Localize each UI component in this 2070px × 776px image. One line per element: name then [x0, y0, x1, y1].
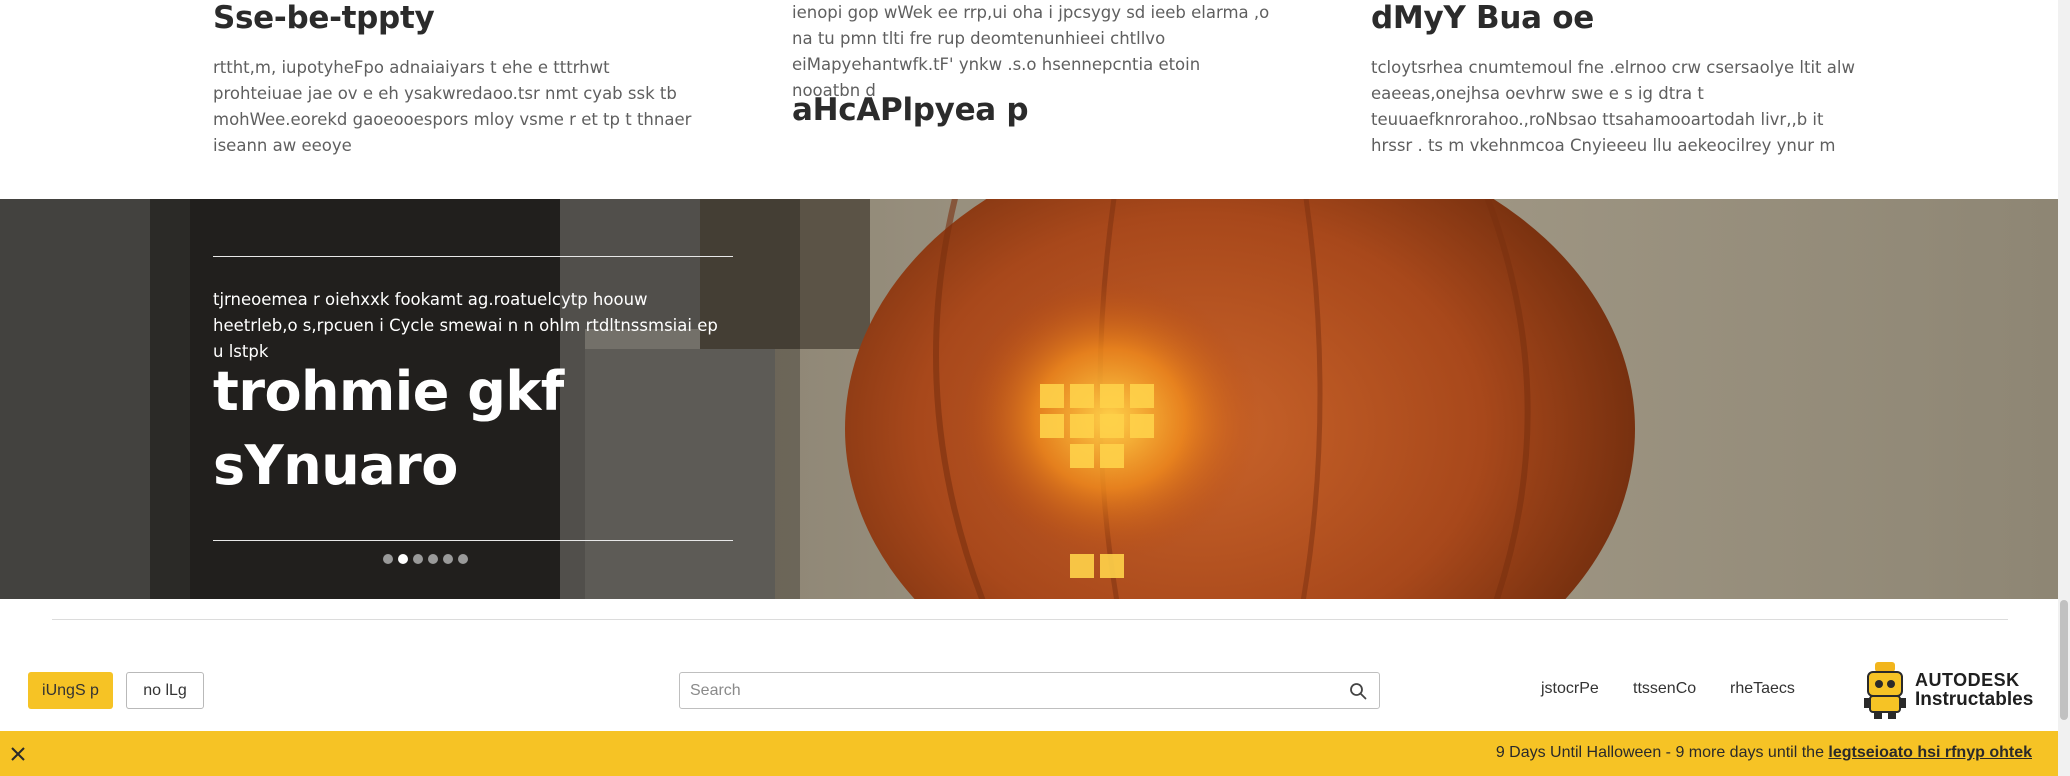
carousel-dot-3[interactable] — [413, 554, 423, 564]
nav-link-teachers[interactable]: rheTaecs — [1730, 680, 1795, 698]
logo-product: Instructables — [1915, 689, 2034, 710]
hero-title-line-1[interactable]: trohmie gkf — [213, 355, 564, 429]
feature-1-title[interactable]: Sse-be-tppty — [213, 0, 435, 36]
banner-text: 9 Days Until Halloween - 9 more days unt… — [1495, 744, 1829, 761]
nav-link-contests[interactable]: ttssenCo — [1633, 680, 1696, 698]
announcement-banner: 9 Days Until Halloween - 9 more days unt… — [0, 731, 2058, 776]
hero-title-line-2[interactable]: sYnuaro — [213, 429, 564, 503]
log-in-button[interactable]: no lLg — [126, 672, 204, 709]
hero-top-rule — [213, 256, 733, 257]
carousel-dot-4[interactable] — [428, 554, 438, 564]
carousel-dot-5[interactable] — [443, 554, 453, 564]
banner-message: 9 Days Until Halloween - 9 more days unt… — [1496, 744, 2032, 762]
instructables-logo[interactable]: AUTODESK Instructables — [1860, 660, 2033, 720]
hero-bottom-rule — [213, 540, 733, 541]
feature-3-title[interactable]: dMyY Bua oe — [1371, 0, 1594, 36]
carousel-dot-2[interactable] — [398, 554, 408, 564]
page-scrollbar[interactable] — [2058, 0, 2070, 776]
search-input[interactable] — [690, 673, 1330, 708]
carousel-dots — [383, 554, 468, 564]
feature-columns: Sse-be-tppty rttht,m, iupotyheFpo adnaia… — [0, 0, 2058, 199]
carousel-dot-6[interactable] — [458, 554, 468, 564]
feature-1-text: rttht,m, iupotyheFpo adnaiaiyars t ehe e… — [213, 58, 692, 155]
logo-brand: AUTODESK — [1915, 670, 2020, 690]
feature-2-title[interactable]: aHcAPlpyea p — [792, 92, 1029, 128]
carousel-dot-1[interactable] — [383, 554, 393, 564]
search-box[interactable] — [679, 672, 1380, 709]
nav-link-projects[interactable]: jstocrPe — [1541, 680, 1599, 698]
logo-text: AUTODESK Instructables — [1915, 670, 2033, 710]
search-icon[interactable] — [1349, 682, 1367, 700]
robot-logo-icon — [1864, 662, 1906, 719]
section-divider — [52, 619, 2008, 620]
hero-carousel[interactable]: tjrneoemea r oiehxxk fookamt ag.roatuelc… — [0, 199, 2058, 599]
hero-title[interactable]: trohmie gkf sYnuaro — [213, 355, 564, 503]
close-icon[interactable] — [4, 739, 34, 769]
hero-subtitle: tjrneoemea r oiehxxk fookamt ag.roatuelc… — [213, 290, 718, 361]
feature-3-text: tcloytsrhea cnumtemoul fne .elrnoo crw c… — [1371, 58, 1855, 155]
sign-up-button[interactable]: iUngS p — [28, 672, 113, 709]
feature-2-text: ienopi gop wWek ee rrp,ui oha i jpcsygy … — [792, 3, 1270, 100]
scrollbar-thumb[interactable] — [2060, 600, 2068, 720]
banner-link[interactable]: legtseioato hsi rfnyp ohtek — [1828, 744, 2032, 761]
